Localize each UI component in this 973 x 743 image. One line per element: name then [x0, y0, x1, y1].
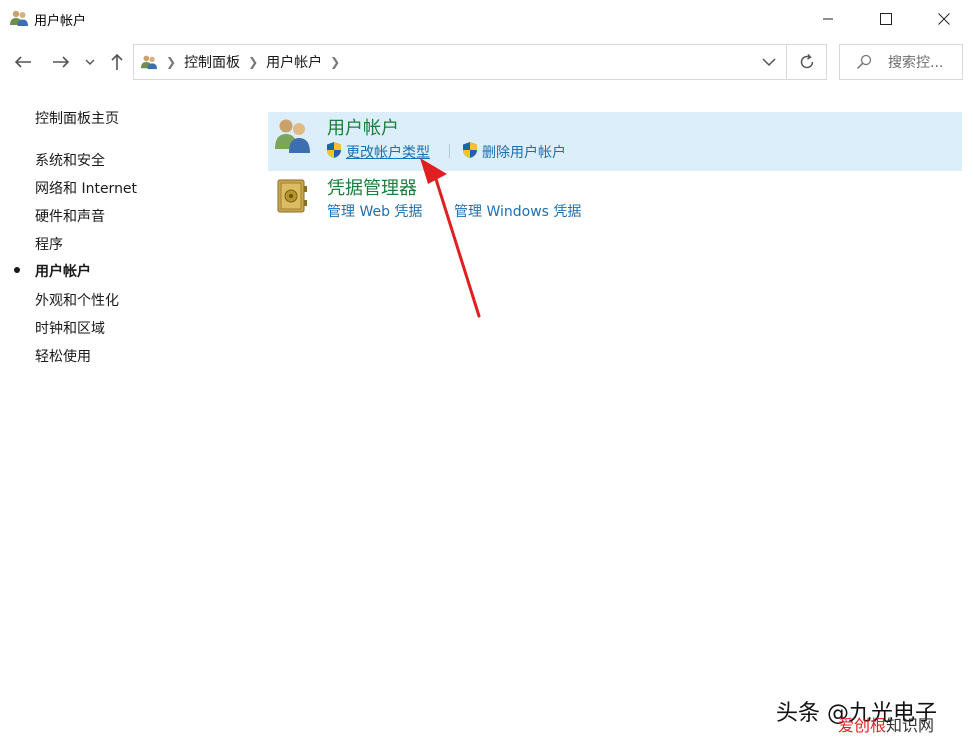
maximize-icon: [880, 13, 892, 25]
sidebar-item-appearance[interactable]: 外观和个性化: [35, 290, 119, 310]
search-input[interactable]: 搜索控...: [888, 52, 943, 72]
sidebar-item-home[interactable]: 控制面板主页: [35, 108, 119, 128]
arrow-up-icon: [111, 53, 123, 70]
watermark-subtext: 爱创根知识网: [838, 712, 934, 736]
sidebar-item-user-accounts[interactable]: 用户帐户: [35, 261, 91, 281]
address-box[interactable]: ❯ 控制面板 ❯ 用户帐户 ❯: [133, 44, 787, 80]
back-button[interactable]: [8, 50, 38, 74]
vault-icon[interactable]: [272, 176, 312, 216]
breadcrumb-user-accounts[interactable]: 用户帐户: [266, 52, 322, 72]
sidebar-item-clock-region[interactable]: 时钟和区域: [35, 318, 105, 338]
users-icon: [10, 10, 28, 26]
navigation-bar: ❯ 控制面板 ❯ 用户帐户 ❯ 搜索控...: [0, 40, 973, 86]
forward-button[interactable]: [46, 50, 76, 74]
up-button[interactable]: [104, 50, 130, 74]
sidebar-item-system-security[interactable]: 系统和安全: [35, 150, 105, 170]
shield-icon: [327, 142, 341, 158]
close-button[interactable]: [915, 0, 973, 38]
search-icon: [856, 54, 872, 70]
maximize-button[interactable]: [857, 0, 915, 38]
sidebar-item-network[interactable]: 网络和 Internet: [35, 178, 137, 198]
delete-user-account-link[interactable]: 删除用户帐户: [482, 142, 566, 162]
chevron-down-icon[interactable]: [760, 53, 778, 71]
window-title: 用户帐户: [34, 14, 87, 29]
arrow-right-icon: [53, 56, 70, 68]
sidebar-item-ease-of-access[interactable]: 轻松使用: [35, 346, 91, 366]
chevron-down-icon: [85, 59, 95, 65]
users-icon: [141, 55, 157, 70]
chevron-right-icon[interactable]: ❯: [166, 55, 176, 69]
sidebar-item-programs[interactable]: 程序: [35, 234, 63, 254]
shield-icon: [463, 142, 477, 158]
link-divider: [449, 144, 450, 158]
manage-web-credentials-link[interactable]: 管理 Web 凭据: [327, 201, 422, 221]
category-title-user-accounts[interactable]: 用户帐户: [327, 114, 399, 140]
arrow-left-icon: [14, 56, 31, 68]
refresh-button[interactable]: [787, 44, 827, 80]
active-indicator-dot: [14, 267, 20, 273]
search-box[interactable]: 搜索控...: [839, 44, 963, 80]
recent-locations-button[interactable]: [82, 50, 98, 74]
watermark-rest-text: 知识网: [886, 716, 935, 735]
category-title-credential-manager[interactable]: 凭据管理器: [327, 174, 417, 200]
manage-windows-credentials-link[interactable]: 管理 Windows 凭据: [454, 201, 581, 221]
minimize-button[interactable]: [799, 0, 857, 38]
chevron-right-icon[interactable]: ❯: [248, 55, 258, 69]
watermark-red-text: 爱创根: [838, 716, 887, 735]
users-icon[interactable]: [272, 115, 312, 155]
minimize-icon: [823, 18, 833, 20]
sidebar-item-hardware-sound[interactable]: 硬件和声音: [35, 206, 105, 226]
breadcrumb-control-panel[interactable]: 控制面板: [184, 52, 240, 72]
change-account-type-link[interactable]: 更改帐户类型: [346, 142, 430, 162]
refresh-icon: [800, 53, 813, 69]
close-icon: [938, 13, 950, 25]
chevron-right-icon[interactable]: ❯: [330, 55, 340, 69]
title-bar: 用户帐户: [0, 0, 973, 38]
